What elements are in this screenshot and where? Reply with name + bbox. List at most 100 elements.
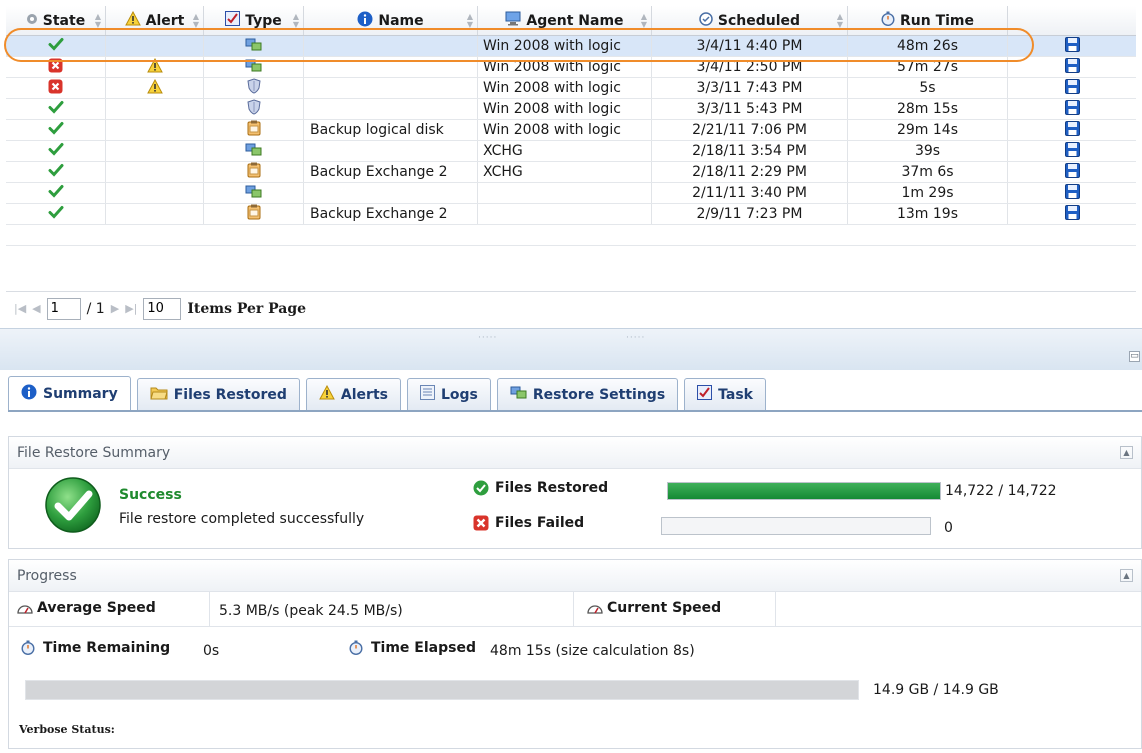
task-icon [225, 11, 241, 30]
run-time-text: 29m 14s [896, 122, 958, 138]
tab-label: Alerts [340, 386, 388, 403]
scheduled-cell: 2/21/11 7:06 PM [652, 120, 848, 140]
table-row[interactable]: Win 2008 with logic 3/4/11 4:40 PM 48m 26s [6, 36, 1136, 57]
column-state[interactable]: State ▲ ▼ [6, 6, 106, 35]
panel-title: File Restore Summary [17, 444, 171, 461]
pane-splitter[interactable]: ····· ····· ▭ [0, 328, 1142, 370]
tab-restore-settings[interactable]: Restore Settings [496, 378, 679, 410]
save-cell [1008, 204, 1136, 224]
state-cell [6, 36, 106, 56]
next-page-icon[interactable]: ▶ [111, 302, 119, 315]
alert-cell [106, 78, 204, 98]
scheduled-text: 2/11/11 3:40 PM [692, 185, 807, 201]
column-agent[interactable]: Agent Name ▲ ▼ [478, 6, 652, 35]
column-alert[interactable]: Alert ▲ ▼ [106, 6, 204, 35]
page-number-input[interactable] [46, 297, 81, 320]
save-icon[interactable] [1064, 120, 1080, 140]
tab-files-restored[interactable]: Files Restored [136, 378, 300, 410]
type-cell [204, 204, 304, 224]
save-icon[interactable] [1064, 78, 1080, 98]
time-remaining-value: 0s [203, 643, 220, 659]
run-time-cell: 28m 15s [848, 99, 1008, 119]
state-header-icon [26, 13, 38, 29]
alert-cell [106, 183, 204, 203]
name-cell [304, 183, 478, 203]
panel-header: File Restore Summary ▲ [9, 437, 1141, 469]
restore-icon [245, 184, 262, 203]
run-time-cell: 1m 29s [848, 183, 1008, 203]
table-row[interactable]: XCHG 2/18/11 3:54 PM 39s [6, 141, 1136, 162]
table-row[interactable]: Win 2008 with logic 3/3/11 5:43 PM 28m 15s [6, 99, 1136, 120]
items-per-page-label: Items Per Page [187, 300, 307, 317]
state-cell [6, 204, 106, 224]
state-cell [6, 162, 106, 182]
tab-label: Logs [440, 386, 478, 403]
speedometer-icon [587, 602, 603, 618]
tab-task[interactable]: Task [684, 378, 766, 410]
save-icon[interactable] [1064, 162, 1080, 182]
sort-icon[interactable]: ▲ ▼ [193, 12, 199, 29]
divider [573, 592, 574, 626]
collapse-icon[interactable]: ▭ [1129, 351, 1140, 362]
progress-panel: Progress ▲ Average Speed 5.3 MB/s (peak … [8, 559, 1142, 749]
run-time-cell: 57m 27s [848, 57, 1008, 77]
save-icon[interactable] [1064, 57, 1080, 77]
scheduled-cell: 2/18/11 3:54 PM [652, 141, 848, 161]
agent-text: XCHG [483, 143, 523, 159]
stopwatch-icon [881, 11, 895, 30]
column-type[interactable]: Type ▲ ▼ [204, 6, 304, 35]
state-cell [6, 120, 106, 140]
type-cell [204, 141, 304, 161]
splitter-grip[interactable]: ····· [478, 333, 497, 343]
tab-label: Task [718, 386, 753, 403]
type-cell [204, 162, 304, 182]
splitter-grip[interactable]: ····· [626, 333, 645, 343]
last-page-icon[interactable]: ▶| [125, 302, 137, 315]
tab-summary[interactable]: Summary [8, 376, 131, 410]
sort-icon[interactable]: ▲ ▼ [467, 12, 473, 29]
tab-alerts[interactable]: Alerts [305, 378, 401, 410]
save-icon[interactable] [1064, 141, 1080, 161]
items-per-page-input[interactable] [143, 297, 182, 320]
name-text: Backup Exchange 2 [310, 206, 448, 222]
jobs-grid: State ▲ ▼ Alert ▲ ▼ Type ▲ ▼ Name ▲ ▼ Ag… [6, 6, 1136, 246]
column-scheduled[interactable]: Scheduled ▲ ▼ [652, 6, 848, 35]
table-row[interactable]: Win 2008 with logic 3/3/11 7:43 PM 5s [6, 78, 1136, 99]
tab-logs[interactable]: Logs [406, 378, 491, 410]
verbose-status-label: Verbose Status: [19, 723, 115, 736]
backup-icon [247, 162, 261, 182]
column-run-time[interactable]: Run Time [848, 6, 1008, 35]
table-row[interactable]: Backup Exchange 2 XCHG 2/18/11 2:29 PM 37m … [6, 162, 1136, 183]
column-name[interactable]: Name ▲ ▼ [304, 6, 478, 35]
name-cell [304, 78, 478, 98]
time-remaining-label: Time Remaining [43, 640, 171, 656]
sort-icon[interactable]: ▲ ▼ [95, 12, 101, 29]
run-time-cell: 13m 19s [848, 204, 1008, 224]
table-row[interactable]: Win 2008 with logic 3/4/11 2:50 PM 57m 27s [6, 57, 1136, 78]
sort-icon[interactable]: ▲ ▼ [293, 12, 299, 29]
save-icon[interactable] [1064, 99, 1080, 119]
table-row[interactable]: Backup Exchange 2 2/9/11 7:23 PM 13m 19s [6, 204, 1136, 225]
run-time-text: 1m 29s [901, 185, 954, 201]
sort-icon[interactable]: ▲ ▼ [641, 12, 647, 29]
run-time-text: 5s [919, 80, 936, 96]
type-cell [204, 99, 304, 119]
name-cell [304, 99, 478, 119]
table-row[interactable]: Backup logical disk Win 2008 with logic 2/… [6, 120, 1136, 141]
tab-label: Restore Settings [532, 386, 666, 403]
collapse-panel-icon[interactable]: ▲ [1120, 569, 1133, 582]
computer-icon [505, 11, 521, 30]
table-row[interactable]: 2/11/11 3:40 PM 1m 29s [6, 183, 1136, 204]
restore-icon [245, 37, 262, 56]
files-restored-label: Files Restored [495, 480, 609, 496]
first-page-icon[interactable]: |◀ [14, 302, 26, 315]
prev-page-icon[interactable]: ◀ [32, 302, 40, 315]
save-icon[interactable] [1064, 204, 1080, 224]
save-icon[interactable] [1064, 36, 1080, 56]
run-time-text: 48m 26s [896, 38, 958, 54]
sort-icon[interactable]: ▲ ▼ [837, 12, 843, 29]
collapse-panel-icon[interactable]: ▲ [1120, 446, 1133, 459]
scheduled-cell: 3/3/11 5:43 PM [652, 99, 848, 119]
agent-cell: Win 2008 with logic [478, 78, 652, 98]
save-icon[interactable] [1064, 183, 1080, 203]
